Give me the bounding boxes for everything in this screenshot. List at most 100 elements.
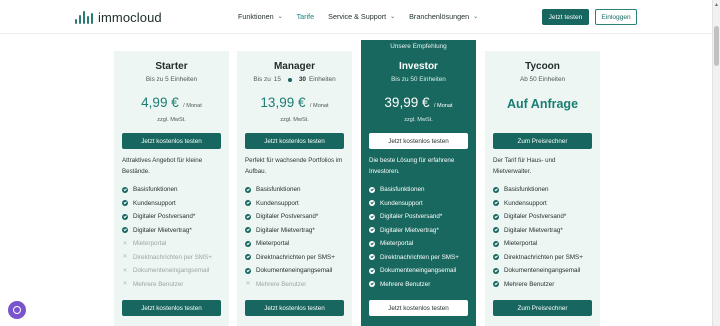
plan-description: Der Tarif für Haus- und Mietverwalter. — [493, 157, 556, 175]
plan-units-text: Bis zu 50 Einheiten — [391, 76, 446, 83]
check-icon — [245, 186, 251, 193]
units-option-low[interactable]: 15 — [274, 76, 281, 83]
feature-item: Direktnachrichten per SMS+ — [493, 251, 583, 265]
feature-label: Direktnachrichten per SMS+ — [380, 253, 459, 261]
plan-units-slider[interactable]: Bis zu 15 30 Einheiten — [237, 76, 352, 83]
feature-item: Basisfunktionen — [369, 183, 459, 197]
feature-list: Basisfunktionen Kundensupport Digitaler … — [245, 183, 335, 291]
chevron-down-icon: ⌄ — [277, 14, 283, 20]
check-icon — [493, 267, 499, 274]
check-icon — [493, 213, 499, 220]
plan-cta-bottom-button[interactable]: Jetzt kostenlos testen — [245, 300, 344, 316]
feature-item: Mieterportal — [493, 237, 583, 251]
nav-item-funktionen[interactable]: Funktionen ⌄ — [238, 12, 283, 21]
nav-label: Service & Support — [328, 12, 387, 21]
page-scrollbar[interactable]: ▲ — [712, 0, 720, 326]
check-icon — [369, 213, 375, 220]
feature-label: Digitaler Postversand* — [133, 213, 196, 221]
plan-units-suffix: Einheiten — [308, 76, 336, 83]
feature-label: Basisfunktionen — [256, 186, 301, 194]
check-icon — [245, 213, 251, 220]
feature-label: Mehrere Benutzer — [256, 280, 307, 288]
feature-label: Dokumenteneingangsemail — [256, 267, 333, 275]
feature-list: Basisfunktionen Kundensupport Digitaler … — [493, 183, 583, 291]
plan-cta-top-button[interactable]: Zum Preisrechner — [493, 133, 592, 149]
feature-label: Mieterportal — [256, 240, 290, 248]
brand-logo[interactable]: immocloud — [75, 10, 162, 25]
feature-item: Mehrere Benutzer — [369, 278, 459, 292]
feature-label: Mehrere Benutzer — [133, 280, 184, 288]
feature-item: ✕ Mehrere Benutzer — [122, 278, 212, 292]
cross-icon: ✕ — [122, 267, 128, 274]
nav-label: Tarife — [296, 12, 315, 21]
feature-item: Dokumenteneingangsemail — [369, 264, 459, 278]
feature-item: Dokumenteneingangsemail — [245, 264, 335, 278]
plan-cta-bottom-button[interactable]: Jetzt kostenlos testen — [369, 300, 468, 316]
check-icon — [245, 267, 251, 274]
plan-price-row: 13,99 € / Monat — [237, 94, 352, 112]
cross-icon: ✕ — [122, 240, 128, 247]
check-icon — [493, 281, 499, 288]
feature-item: Kundensupport — [493, 197, 583, 211]
nav-label: Funktionen — [238, 12, 274, 21]
plan-price-row: 39,99 € / Monat — [361, 94, 476, 112]
plan-name: Starter — [155, 61, 188, 72]
feature-label: Kundensupport — [256, 199, 299, 207]
feature-label: Digitaler Mietvertrag* — [380, 226, 439, 234]
scroll-up-arrow-icon[interactable]: ▲ — [714, 2, 719, 8]
feature-item: Direktnachrichten per SMS+ — [369, 251, 459, 265]
feature-label: Digitaler Mietvertrag* — [256, 226, 315, 234]
slider-knob[interactable] — [287, 77, 292, 82]
try-now-button[interactable]: Jetzt testen — [542, 9, 589, 25]
feature-item: Basisfunktionen — [122, 183, 212, 197]
plan-cta-top-button[interactable]: Jetzt kostenlos testen — [369, 133, 468, 149]
cross-icon: ✕ — [122, 254, 128, 261]
feature-item: Mieterportal — [369, 237, 459, 251]
chat-widget-button[interactable] — [8, 301, 26, 319]
check-icon — [245, 227, 251, 234]
feature-item: Digitaler Postversand* — [369, 210, 459, 224]
units-option-high[interactable]: 30 — [299, 76, 306, 83]
check-icon — [493, 227, 499, 234]
brand-name: immocloud — [98, 10, 162, 25]
nav-item-tarife[interactable]: Tarife — [297, 12, 315, 21]
check-icon — [245, 254, 251, 261]
scrollbar-thumb[interactable] — [714, 26, 719, 66]
feature-item: Digitaler Mietvertrag* — [122, 224, 212, 238]
plan-price-period: / Monat — [309, 103, 329, 109]
plan-cta-bottom-button[interactable]: Zum Preisrechner — [493, 300, 592, 316]
feature-label: Kundensupport — [133, 199, 176, 207]
feature-label: Mieterportal — [380, 240, 414, 248]
feature-item: Digitaler Mietvertrag* — [245, 224, 335, 238]
feature-list: Basisfunktionen Kundensupport Digitaler … — [369, 183, 459, 291]
check-icon — [369, 240, 375, 247]
check-icon — [369, 267, 375, 274]
plan-cta-bottom-button[interactable]: Jetzt kostenlos testen — [122, 300, 221, 316]
nav-item-service-support[interactable]: Service & Support ⌄ — [328, 12, 395, 21]
plan-name: Tycoon — [525, 61, 560, 72]
feature-item: Basisfunktionen — [245, 183, 335, 197]
feature-item: Digitaler Mietvertrag* — [493, 224, 583, 238]
feature-item: Kundensupport — [369, 197, 459, 211]
plan-price: 13,99 € — [260, 95, 306, 110]
plan-price-row: 4,99 € / Monat — [114, 94, 229, 112]
feature-list: Basisfunktionen Kundensupport Digitaler … — [122, 183, 212, 291]
feature-item: Mehrere Benutzer — [493, 278, 583, 292]
cross-icon: ✕ — [122, 281, 128, 288]
plan-cta-top-button[interactable]: Jetzt kostenlos testen — [122, 133, 221, 149]
check-icon — [493, 200, 499, 207]
plan-price: 39,99 € — [384, 95, 430, 110]
login-button[interactable]: Einloggen — [595, 9, 637, 25]
logo-bars-icon — [75, 11, 93, 24]
feature-label: Direktnachrichten per SMS+ — [256, 253, 335, 261]
chevron-down-icon: ⌄ — [473, 14, 479, 20]
feature-item: Digitaler Postversand* — [245, 210, 335, 224]
feature-label: Mieterportal — [504, 240, 538, 248]
nav-item-branchenloesungen[interactable]: Branchenlösungen ⌄ — [409, 12, 478, 21]
feature-item: Basisfunktionen — [493, 183, 583, 197]
check-icon — [122, 213, 128, 220]
plan-card-investor: Unsere Empfehlung Investor Bis zu 50 Ein… — [361, 40, 476, 326]
check-icon — [122, 227, 128, 234]
check-icon — [369, 281, 375, 288]
plan-cta-top-button[interactable]: Jetzt kostenlos testen — [245, 133, 344, 149]
